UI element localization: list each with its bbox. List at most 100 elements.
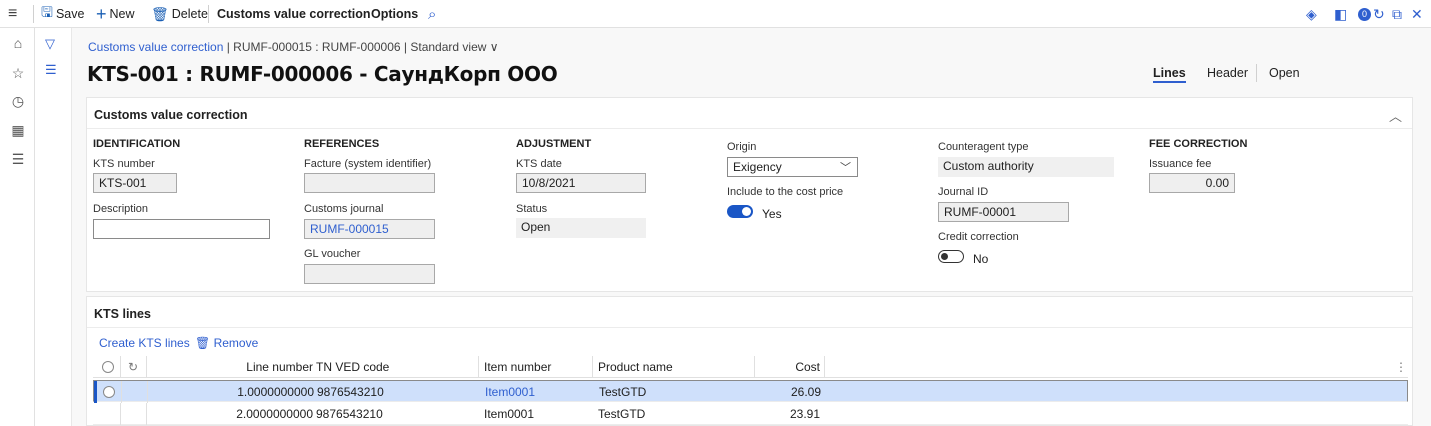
tn-ved-code-cell[interactable]: 9876543210 [316, 403, 383, 425]
remove-button[interactable]: 🗑 Remove [195, 336, 258, 350]
description-field[interactable] [93, 219, 270, 239]
diamond-icon[interactable]: ◈ [1306, 0, 1317, 28]
chevron-down-icon[interactable]: ∨ [490, 40, 499, 54]
divider [146, 356, 147, 378]
close-icon[interactable]: ✕ [1411, 0, 1423, 28]
item-number-cell[interactable]: Item0001 [485, 381, 535, 403]
list-icon[interactable]: ☰ [45, 62, 57, 78]
counteragent-type-label: Counteragent type [938, 141, 1029, 153]
tab-options[interactable]: Options [371, 0, 418, 28]
refresh-icon[interactable]: ↻ [1373, 0, 1385, 28]
breadcrumb: Customs value correction | RUMF-000015 :… [88, 40, 499, 54]
column-product-name[interactable]: Product name [598, 356, 673, 378]
kts-date-field[interactable]: 10/8/2021 [516, 173, 646, 193]
breadcrumb-link[interactable]: Customs value correction [88, 40, 223, 54]
cost-cell[interactable]: 23.91 [760, 403, 820, 425]
gl-voucher-field[interactable] [304, 264, 435, 284]
more-icon[interactable]: ⋮ [1395, 356, 1407, 378]
divider [87, 128, 1412, 129]
divider [33, 5, 34, 23]
cost-cell[interactable]: 26.09 [761, 381, 821, 403]
filter-icon[interactable]: ▽ [45, 36, 55, 52]
save-button[interactable]: 🖫 Save [41, 0, 84, 28]
select-all-radio[interactable] [102, 361, 114, 373]
journal-id-label: Journal ID [938, 186, 989, 198]
favorites-icon[interactable]: ☆ [9, 64, 27, 82]
hamburger-icon[interactable]: ≡ [8, 0, 17, 28]
selection-indicator [94, 381, 97, 403]
column-line-number[interactable]: Line number [153, 356, 313, 378]
include-cost-price-label: Include to the cost price [727, 186, 844, 198]
collapse-icon[interactable]: ︿ [1389, 106, 1402, 125]
action-pane: ≡ 🖫 Save + New 🗑 Delete Customs value co… [0, 0, 1431, 28]
open-new-window-icon[interactable]: ⧉ [1392, 0, 1402, 28]
customs-journal-label: Customs journal [304, 203, 384, 215]
tab-header[interactable]: Header [1207, 66, 1248, 80]
table-row[interactable]: 2.0000000000 9876543210 Item0001 TestGTD… [93, 403, 1408, 425]
include-cost-price-toggle[interactable] [727, 205, 753, 218]
tab-lines[interactable]: Lines [1153, 66, 1186, 83]
identification-heading: IDENTIFICATION [93, 138, 181, 150]
divider [1256, 64, 1257, 82]
table-row[interactable]: 1.0000000000 9876543210 Item0001 TestGTD… [93, 380, 1408, 403]
delete-icon: 🗑 [151, 5, 169, 22]
column-cost[interactable]: Cost [760, 356, 820, 378]
kts-date-label: KTS date [516, 158, 562, 170]
line-number-cell[interactable]: 1.0000000000 [154, 381, 314, 403]
divider [147, 381, 148, 403]
remove-label: Remove [213, 336, 259, 350]
divider [754, 356, 755, 378]
tab-open[interactable]: Open [1269, 66, 1300, 80]
description-label: Description [93, 203, 149, 215]
kts-number-field[interactable]: KTS-001 [93, 173, 177, 193]
customs-journal-field[interactable]: RUMF-000015 [304, 219, 435, 239]
journal-id-field[interactable]: RUMF-00001 [938, 202, 1069, 222]
card-title[interactable]: Customs value correction [94, 108, 248, 122]
credit-correction-label: Credit correction [938, 231, 1019, 243]
status-field: Open [516, 218, 646, 238]
gl-voucher-label: GL voucher [304, 248, 361, 260]
create-kts-lines-button[interactable]: Create KTS lines [99, 336, 190, 350]
customs-journal-link[interactable]: RUMF-000015 [310, 222, 389, 236]
delete-label: Delete [171, 7, 208, 21]
divider [120, 403, 121, 425]
kts-number-label: KTS number [93, 158, 155, 170]
new-button[interactable]: + New [96, 0, 135, 28]
save-icon: 🖫 [41, 4, 53, 20]
product-name-cell[interactable]: TestGTD [599, 381, 646, 403]
kts-lines-title[interactable]: KTS lines [94, 307, 151, 321]
include-cost-price-value: Yes [762, 207, 782, 221]
credit-correction-value: No [973, 252, 989, 266]
divider [824, 356, 825, 378]
references-heading: REFERENCES [304, 138, 380, 150]
divider [478, 356, 479, 378]
column-item-number[interactable]: Item number [484, 356, 551, 378]
tab-customs-value-correction[interactable]: Customs value correction [217, 0, 371, 28]
search-icon[interactable]: ⌕ [428, 0, 436, 28]
facture-field[interactable] [304, 173, 435, 193]
row-select-radio[interactable] [103, 386, 115, 398]
recent-icon[interactable]: ◷ [9, 92, 27, 110]
column-tn-ved-code[interactable]: TN VED code [316, 356, 389, 378]
divider [208, 5, 209, 23]
modules-icon[interactable]: ☰ [9, 150, 27, 168]
item-number-link[interactable]: Item0001 [485, 385, 535, 399]
divider [121, 381, 122, 403]
line-number-cell[interactable]: 2.0000000000 [153, 403, 313, 425]
delete-button[interactable]: 🗑 Delete [151, 0, 208, 28]
refresh-icon[interactable]: ↻ [128, 356, 138, 378]
product-name-cell[interactable]: TestGTD [598, 403, 645, 425]
issuance-fee-field[interactable]: 0.00 [1149, 173, 1235, 193]
workspaces-icon[interactable]: ▦ [9, 121, 27, 139]
home-icon[interactable]: ⌂ [9, 34, 27, 52]
origin-select[interactable]: Exigency ﹀ [727, 157, 858, 177]
credit-correction-toggle[interactable] [938, 250, 964, 263]
tn-ved-code-cell[interactable]: 9876543210 [317, 381, 384, 403]
item-number-cell[interactable]: Item0001 [484, 403, 534, 425]
adjustment-heading: ADJUSTMENT [516, 138, 592, 150]
tab-lines-label: Lines [1153, 66, 1186, 83]
office-icon[interactable]: ◧ [1334, 0, 1347, 28]
notifications-icon[interactable]: 0 [1358, 0, 1371, 28]
divider [146, 403, 147, 425]
new-icon: + [96, 3, 107, 24]
